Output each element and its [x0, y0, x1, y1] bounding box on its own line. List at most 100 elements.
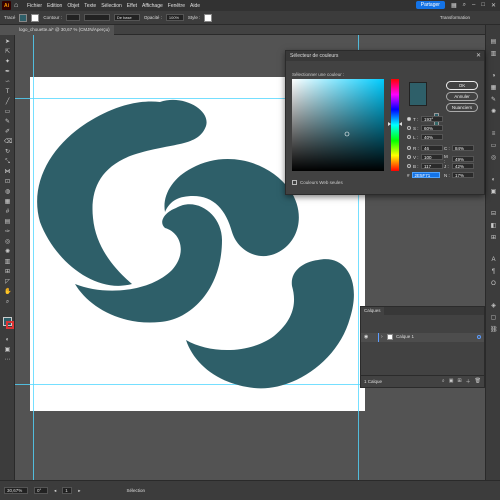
swatches-button[interactable]: Nuanciers — [446, 103, 478, 112]
variable-width-field[interactable] — [83, 14, 110, 21]
search-icon[interactable]: ⌕ — [463, 2, 466, 9]
selection-tool-icon[interactable]: ➤ — [4, 39, 11, 46]
minimize-icon[interactable]: – — [472, 2, 475, 8]
share-button[interactable]: Partager — [415, 1, 445, 9]
artboard-number-field[interactable]: 1 — [62, 487, 73, 494]
pen-tool-icon[interactable]: ✒ — [4, 69, 11, 76]
graphic-styles-panel-icon[interactable]: ▣ — [490, 189, 497, 196]
properties-panel-icon[interactable]: ▤ — [490, 39, 497, 46]
close-icon[interactable]: ✕ — [476, 52, 481, 59]
layer-row[interactable]: ◉ › Calque 1 — [361, 333, 484, 342]
green-field[interactable]: 100 — [421, 154, 443, 160]
links-panel-icon[interactable]: ⛓ — [490, 327, 498, 334]
new-layer-icon[interactable]: ＋ — [466, 378, 471, 385]
opentype-panel-icon[interactable]: O — [490, 281, 497, 288]
width-tool-icon[interactable]: ⋈ — [4, 169, 11, 176]
rectangle-tool-icon[interactable]: ▭ — [4, 109, 11, 116]
layers-tab[interactable]: Calques — [361, 307, 384, 315]
red-field[interactable]: 46 — [421, 145, 443, 151]
color-panel-icon[interactable]: ◑ — [490, 73, 497, 80]
appearance-panel-icon[interactable]: ◐ — [490, 177, 497, 184]
paintbrush-tool-icon[interactable]: ✎ — [4, 119, 11, 126]
paragraph-panel-icon[interactable]: ¶ — [490, 269, 497, 276]
home-icon[interactable]: ⌂ — [14, 2, 21, 9]
opacity-field[interactable]: 100% — [165, 14, 184, 21]
transform-panel-icon[interactable]: ⊞ — [490, 235, 497, 242]
stroke-weight-field[interactable] — [65, 14, 80, 21]
stroke-none-swatch[interactable] — [6, 321, 14, 329]
menu-edit[interactable]: Edition — [47, 3, 62, 9]
clipping-mask-icon[interactable]: ▣ — [449, 378, 454, 385]
stroke-swatch[interactable] — [31, 13, 40, 22]
eyedropper-tool-icon[interactable]: ✑ — [4, 229, 11, 236]
drawing-modes-icon[interactable]: ◐ — [4, 337, 11, 344]
magic-wand-tool-icon[interactable]: ✦ — [4, 59, 11, 66]
hand-tool-icon[interactable]: ✋ — [4, 289, 11, 296]
mesh-tool-icon[interactable]: # — [4, 209, 11, 216]
brushes-panel-icon[interactable]: ✎ — [490, 97, 497, 104]
edit-toolbar-icon[interactable]: ⋯ — [4, 357, 11, 364]
stroke-panel-icon[interactable]: ≡ — [490, 131, 497, 138]
cancel-button[interactable]: Annuler — [446, 92, 478, 101]
menu-object[interactable]: Objet — [67, 3, 79, 9]
brush-field[interactable]: De base — [113, 14, 140, 21]
eraser-tool-icon[interactable]: ⌫ — [4, 139, 12, 146]
saturation-radio[interactable] — [407, 126, 411, 130]
menu-file[interactable]: Fichier — [27, 3, 42, 9]
layers-panel-icon[interactable]: ◈ — [490, 303, 497, 310]
artboard-tool-icon[interactable]: ⊞ — [4, 269, 11, 276]
chevron-right-icon[interactable]: › — [381, 334, 383, 340]
gradient-panel-icon[interactable]: ▭ — [490, 143, 497, 150]
saturation-field[interactable]: 60% — [421, 125, 443, 131]
new-sublayer-icon[interactable]: ⊞ — [457, 378, 461, 385]
brightness-field[interactable]: 40% — [421, 134, 443, 140]
type-tool-icon[interactable]: T — [4, 89, 11, 96]
rotate-tool-icon[interactable]: ↻ — [4, 149, 11, 156]
delete-layer-icon[interactable]: 🗑 — [475, 378, 481, 385]
hue-radio[interactable] — [407, 117, 411, 121]
align-panel-icon[interactable]: ⊟ — [490, 211, 497, 218]
menu-type[interactable]: Texte — [84, 3, 96, 9]
line-tool-icon[interactable]: ╱ — [4, 99, 11, 106]
transparency-panel-icon[interactable]: ◎ — [490, 155, 497, 162]
blend-tool-icon[interactable]: ◎ — [4, 239, 11, 246]
green-radio[interactable] — [407, 155, 411, 159]
magenta-field[interactable]: 49% — [452, 156, 474, 162]
symbols-panel-icon[interactable]: ✺ — [490, 109, 497, 116]
red-radio[interactable] — [407, 146, 411, 150]
color-field[interactable] — [292, 79, 384, 171]
menu-help[interactable]: Aide — [190, 3, 200, 9]
libraries-panel-icon[interactable]: ▥ — [490, 51, 497, 58]
rotation-field[interactable]: 0° — [34, 487, 48, 494]
scale-tool-icon[interactable]: ⤡ — [4, 159, 11, 166]
symbol-sprayer-tool-icon[interactable]: ✺ — [4, 249, 11, 256]
menu-view[interactable]: Affichage — [142, 3, 163, 9]
hue-slider[interactable] — [391, 79, 399, 171]
workspace-icon[interactable]: ▦ — [451, 2, 457, 9]
slice-tool-icon[interactable]: ◸ — [4, 279, 11, 286]
close-window-icon[interactable]: ✕ — [491, 2, 496, 9]
swatches-panel-icon[interactable]: ▦ — [490, 85, 497, 92]
ok-button[interactable]: OK — [446, 81, 478, 90]
document-tab[interactable]: logo_chouette.ai* @ 30,67 % (CMJN/Aperçu… — [15, 25, 114, 35]
screen-mode-icon[interactable]: ▣ — [4, 347, 11, 354]
hex-field[interactable]: 2E5F71 — [411, 172, 440, 178]
brightness-radio[interactable] — [407, 135, 411, 139]
artboards-panel-icon[interactable]: ▢ — [490, 315, 497, 322]
yellow-field[interactable]: 42% — [452, 163, 474, 169]
layer-name[interactable]: Calque 1 — [396, 334, 414, 339]
artboard-nav-next-icon[interactable]: ▸ — [78, 488, 80, 494]
free-transform-tool-icon[interactable]: ⊡ — [4, 179, 11, 186]
pathfinder-panel-icon[interactable]: ◧ — [490, 223, 497, 230]
perspective-grid-tool-icon[interactable]: ▦ — [4, 199, 11, 206]
shape-builder-tool-icon[interactable]: ◍ — [4, 189, 11, 196]
cyan-field[interactable]: 84% — [452, 145, 474, 151]
hue-field[interactable]: 193° — [421, 116, 443, 122]
column-graph-tool-icon[interactable]: ▥ — [4, 259, 11, 266]
gradient-tool-icon[interactable]: ▤ — [4, 219, 11, 226]
blue-field[interactable]: 117 — [421, 163, 443, 169]
layer-target-icon[interactable] — [477, 335, 481, 339]
fill-swatch[interactable] — [19, 13, 28, 22]
character-panel-icon[interactable]: A — [490, 257, 497, 264]
blue-radio[interactable] — [407, 164, 411, 168]
